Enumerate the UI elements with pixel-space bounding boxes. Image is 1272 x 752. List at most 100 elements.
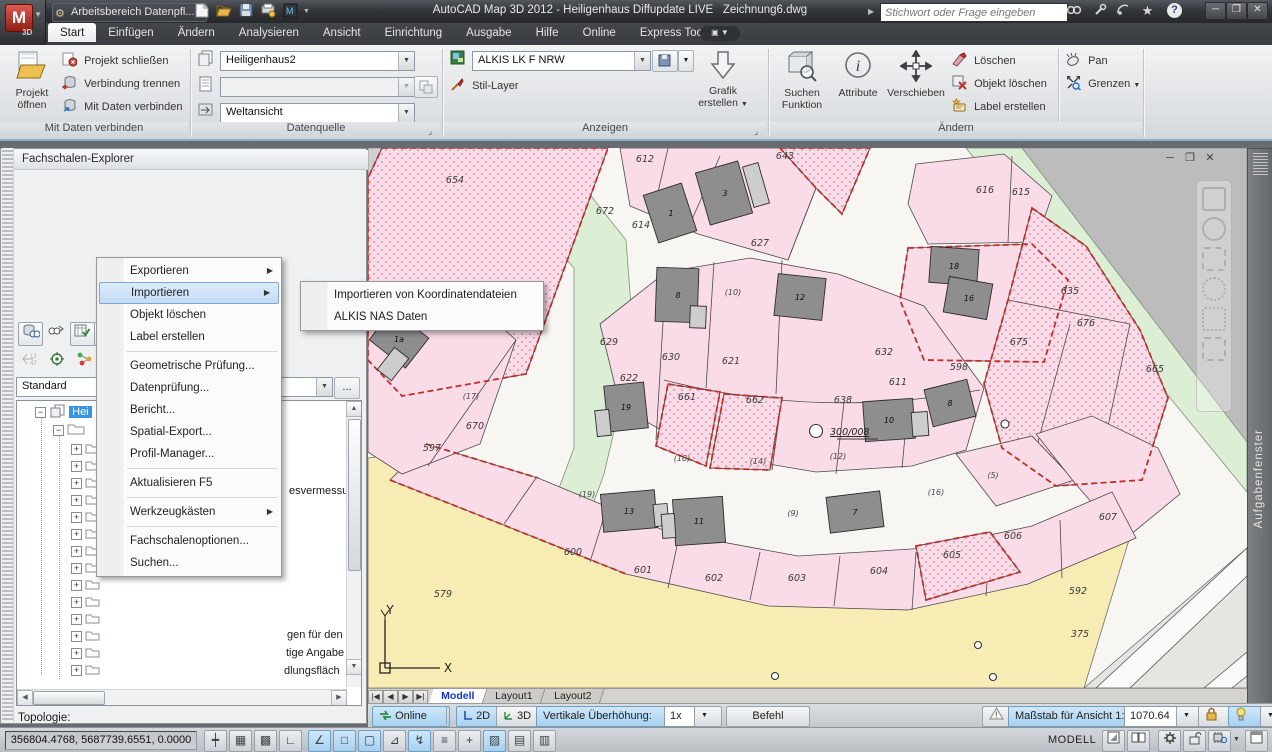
- stil-layer-combo[interactable]: ALKIS LK F NRW▼: [472, 51, 651, 71]
- search-input[interactable]: [880, 3, 1068, 22]
- quick-properties-toggle[interactable]: ▤: [508, 730, 531, 752]
- ribbon-tab-einf-gen[interactable]: Einfügen: [96, 23, 165, 42]
- osnap-toggle[interactable]: □: [333, 730, 356, 752]
- scroll-up-button[interactable]: ▲: [346, 401, 362, 417]
- chevron-down-icon[interactable]: ▼: [398, 52, 414, 70]
- menu-item-alkis-nas-daten[interactable]: ALKIS NAS Daten: [301, 306, 543, 328]
- grid-display-toggle[interactable]: ▩: [254, 730, 277, 752]
- toolbar-lock-button[interactable]: [1183, 730, 1206, 752]
- tree-folder-row[interactable]: −: [53, 422, 85, 439]
- tree-node[interactable]: +: [71, 594, 100, 611]
- menu-item-exportieren[interactable]: Exportieren▶: [97, 260, 281, 282]
- dynamic-input-toggle[interactable]: ↯: [408, 730, 431, 752]
- workspace-gear-button[interactable]: [1158, 730, 1181, 752]
- ribbon-tab-start[interactable]: Start: [48, 23, 96, 42]
- menu-item-fachschalenoptionen-[interactable]: Fachschalenoptionen...: [97, 530, 281, 552]
- save-button[interactable]: [236, 3, 256, 21]
- tree-node[interactable]: +: [71, 645, 100, 662]
- filter-ids-button[interactable]: 1247: [16, 350, 41, 374]
- map-tool-icon[interactable]: M: [280, 3, 300, 21]
- tree-node[interactable]: +: [71, 628, 100, 645]
- infocenter-collapse-arrow[interactable]: ▶: [868, 7, 874, 16]
- tree-vertical-scrollbar[interactable]: ▲ ▼: [346, 401, 361, 687]
- viewport-scale-value[interactable]: 1070.64: [1124, 706, 1182, 727]
- pan-hand-icon[interactable]: [1202, 247, 1226, 271]
- grafik-erstellen-button[interactable]: Grafik erstellen ▼: [692, 50, 754, 111]
- search-icon[interactable]: [1062, 3, 1085, 20]
- help-button[interactable]: ? ▼: [1163, 3, 1186, 20]
- ribbon-display-toggle[interactable]: ▣ ▼: [700, 26, 740, 41]
- chevron-down-icon[interactable]: ▼: [316, 378, 332, 396]
- table-check-button[interactable]: [70, 322, 95, 346]
- online-toggle[interactable]: Online: [372, 706, 450, 727]
- scroll-left-button[interactable]: ◀: [17, 690, 33, 706]
- tree-node[interactable]: +: [71, 577, 100, 594]
- collapse-icon[interactable]: −: [53, 425, 64, 436]
- status-overflow-arrow[interactable]: ▼: [1233, 736, 1240, 743]
- loeschen-button[interactable]: Löschen: [952, 51, 1016, 71]
- link-nodes-button[interactable]: [72, 350, 97, 374]
- qat-overflow-arrow[interactable]: ▼: [303, 8, 310, 15]
- chevron-down-icon[interactable]: ▼: [634, 52, 650, 70]
- verschieben-button[interactable]: Verschieben: [886, 50, 946, 99]
- navigation-bar[interactable]: [1196, 180, 1232, 412]
- first-tab-button[interactable]: |◀: [368, 690, 383, 704]
- search-arrow-button[interactable]: [42, 322, 67, 346]
- stil-layer-button[interactable]: Stil-Layer: [450, 76, 519, 96]
- tab-layout2[interactable]: Layout2: [541, 689, 604, 704]
- menu-item-label-erstellen[interactable]: Label erstellen: [97, 326, 281, 348]
- vertical-exaggeration-label[interactable]: Vertikale Überhöhung:: [536, 706, 674, 727]
- scroll-right-button[interactable]: ▶: [331, 690, 347, 706]
- tree-horizontal-scrollbar[interactable]: ◀ ▶: [17, 689, 347, 705]
- orbit-icon[interactable]: [1202, 307, 1226, 331]
- drawing-window-buttons[interactable]: ─❐✕: [1160, 151, 1220, 164]
- hardware-acceleration-button[interactable]: [1208, 730, 1231, 752]
- ribbon-tab-ausgabe[interactable]: Ausgabe: [454, 23, 523, 42]
- menu-item-datenprüfung-[interactable]: Datenprüfung...: [97, 377, 281, 399]
- tree-root-label[interactable]: Hei: [69, 406, 92, 418]
- grid-dots-toggle[interactable]: ▦: [229, 730, 252, 752]
- menu-item-importieren-von-koordinatendateien[interactable]: Importieren von Koordinatendateien: [301, 284, 543, 306]
- collapse-icon[interactable]: −: [35, 407, 46, 418]
- menu-item-geometrische-prüfung-[interactable]: Geometrische Prüfung...: [97, 355, 281, 377]
- steering-wheel-icon[interactable]: [1202, 217, 1226, 241]
- tab-modell[interactable]: Modell: [428, 689, 487, 704]
- open-file-button[interactable]: [214, 3, 234, 21]
- lineweight-toggle[interactable]: ≡: [433, 730, 456, 752]
- aufgabenfenster-collapsed-panel[interactable]: Aufgabenfenster: [1247, 148, 1272, 705]
- projekt-schliessen-button[interactable]: Projekt schließen: [62, 51, 168, 71]
- drawing-close-button[interactable]: ✕: [1200, 151, 1220, 164]
- save-layer-button[interactable]: [652, 50, 678, 72]
- palette-grip[interactable]: [2, 148, 14, 722]
- menu-item-importieren[interactable]: Importieren▶: [99, 282, 279, 304]
- selection-cycling-toggle[interactable]: ▨: [483, 730, 506, 752]
- last-tab-button[interactable]: ▶|: [413, 690, 428, 704]
- tab-layout1[interactable]: Layout1: [483, 689, 546, 704]
- scroll-down-button[interactable]: ▼: [346, 659, 362, 675]
- viewcube-icon[interactable]: [1202, 187, 1226, 211]
- ortho-toggle[interactable]: ∟: [279, 730, 302, 752]
- ribbon-tab-ansicht[interactable]: Ansicht: [311, 23, 373, 42]
- drawing-minimize-button[interactable]: ─: [1160, 152, 1180, 164]
- layout-quickview-button[interactable]: [1102, 730, 1125, 752]
- tree-root-row[interactable]: − Hei: [35, 404, 92, 421]
- clean-screen-button[interactable]: [1245, 730, 1268, 752]
- polar-tracking-toggle[interactable]: ∠: [308, 730, 331, 752]
- restore-button[interactable]: ❐: [1226, 2, 1247, 20]
- menu-item-objekt-löschen[interactable]: Objekt löschen: [97, 304, 281, 326]
- filter-browse-button[interactable]: ...: [334, 377, 360, 399]
- suchen-funktion-button[interactable]: Suchen Funktion: [774, 50, 830, 111]
- transparency-toggle[interactable]: +: [458, 730, 481, 752]
- snap-toggle[interactable]: ┿: [204, 730, 227, 752]
- ribbon-tab-hilfe[interactable]: Hilfe: [524, 23, 571, 42]
- annotation-monitor-toggle[interactable]: ▥: [533, 730, 556, 752]
- ribbon-tab-einrichtung[interactable]: Einrichtung: [373, 23, 455, 42]
- zoom-icon[interactable]: [1202, 277, 1226, 301]
- new-file-button[interactable]: [192, 3, 212, 21]
- projekt-oeffnen-button[interactable]: Projekt öffnen: [4, 50, 60, 111]
- attribute-button[interactable]: i Attribute: [832, 50, 884, 99]
- drawing-viewport[interactable]: 6546126436726146276166156356766756655986…: [368, 148, 1247, 688]
- communication-center-icon[interactable]: [1112, 3, 1135, 20]
- minimize-button[interactable]: ─: [1205, 2, 1226, 20]
- befehl-button[interactable]: Befehl: [726, 706, 810, 727]
